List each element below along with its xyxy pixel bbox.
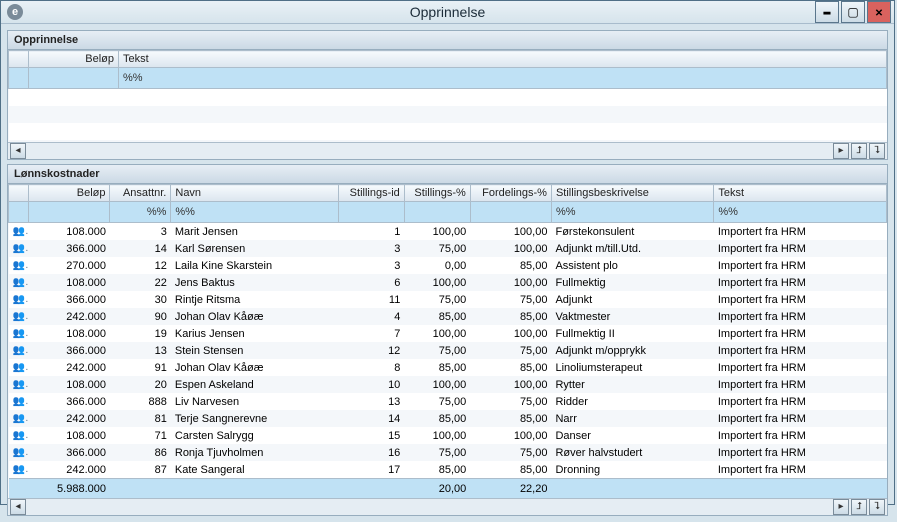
table-row[interactable]: 👥366.00013Stein Stensen1275,0075,00Adjun… [9,342,887,359]
col-header-tekst[interactable]: Tekst [714,185,887,202]
collapse-up-icon[interactable]: ⮥ [851,143,867,159]
table-row[interactable]: 👥366.00086Ronja Tjuvholmen1675,0075,00Rø… [9,444,887,461]
table-row[interactable]: 👥108.0003Marit Jensen1100,00100,00Første… [9,223,887,241]
table-row[interactable]: 👥242.00090Johan Olav Kåøæ485,0085,00Vakt… [9,308,887,325]
persons-icon: 👥 [9,393,29,410]
app-window: e Opprinnelse ▬ ▢ ✕ Opprinnelse Beløp [0,0,895,505]
table-row[interactable]: 👥242.00087Kate Sangeral1785,0085,00Dronn… [9,461,887,479]
minimize-button[interactable]: ▬ [815,1,839,23]
col-header-stillingspct[interactable]: Stillings-% [404,185,470,202]
col-header-icon[interactable] [9,185,29,202]
expand-down-icon[interactable]: ⮧ [869,499,885,515]
table-row[interactable]: 👥108.00022Jens Baktus6100,00100,00Fullme… [9,274,887,291]
panel-lonnskostnader-title: Lønnskostnader [8,165,887,184]
persons-icon: 👥 [9,274,29,291]
col-header-icon[interactable] [9,51,29,68]
persons-icon: 👥 [9,291,29,308]
persons-icon: 👥 [9,308,29,325]
col-header-navn[interactable]: Navn [171,185,338,202]
table-row [9,106,887,123]
col-header-fordelingspct[interactable]: Fordelings-% [470,185,551,202]
grid-lonnskostnader-filter-row[interactable]: %%%%%%%% [9,202,887,223]
table-row[interactable]: 👥108.00071Carsten Salrygg15100,00100,00D… [9,427,887,444]
col-header-tekst[interactable]: Tekst [119,51,887,68]
table-row[interactable]: 👥270.00012Laila Kine Skarstein30,0085,00… [9,257,887,274]
col-header-belop[interactable]: Beløp [29,185,110,202]
filter-tekst[interactable]: %% [119,68,887,89]
table-row[interactable]: 👥366.00014Karl Sørensen375,00100,00Adjun… [9,240,887,257]
expand-down-icon[interactable]: ⮧ [869,143,885,159]
persons-icon: 👥 [9,342,29,359]
persons-icon: 👥 [9,376,29,393]
grid-opprinnelse[interactable]: Beløp Tekst %% [8,50,887,142]
persons-icon: 👥 [9,325,29,342]
col-header-stillingsbeskrivelse[interactable]: Stillingsbeskrivelse [551,185,713,202]
app-icon: e [7,4,23,20]
persons-icon: 👥 [9,257,29,274]
table-row[interactable]: 👥366.00030Rintje Ritsma1175,0075,00Adjun… [9,291,887,308]
grid-lonnskostnader-header-row[interactable]: Beløp Ansattnr. Navn Stillings-id Stilli… [9,185,887,202]
content-wrap: Opprinnelse Beløp Tekst [1,24,894,522]
maximize-button[interactable]: ▢ [841,1,865,23]
table-row [9,89,887,107]
grid-opprinnelse-header-row[interactable]: Beløp Tekst [9,51,887,68]
grid-opprinnelse-filter-row[interactable]: %% [9,68,887,89]
window-title: Opprinnelse [1,4,894,20]
table-row[interactable]: 👥108.00020Espen Askeland10100,00100,00Ry… [9,376,887,393]
filter-belop[interactable] [29,68,119,89]
persons-icon: 👥 [9,359,29,376]
persons-icon: 👥 [9,444,29,461]
grid-lonnskostnader[interactable]: Beløp Ansattnr. Navn Stillings-id Stilli… [8,184,887,498]
window-controls: ▬ ▢ ✕ [815,1,894,23]
col-header-belop[interactable]: Beløp [29,51,119,68]
table-row[interactable]: 👥366.000888Liv Narvesen1375,0075,00Ridde… [9,393,887,410]
scroll-left-icon[interactable]: ◂ [10,143,26,159]
persons-icon: 👥 [9,223,29,241]
titlebar[interactable]: e Opprinnelse ▬ ▢ ✕ [1,1,894,24]
persons-icon: 👥 [9,461,29,479]
persons-icon: 👥 [9,427,29,444]
close-button[interactable]: ✕ [867,1,891,23]
table-row[interactable]: 👥242.00081Terje Sangnerevne1485,0085,00N… [9,410,887,427]
table-row [9,123,887,140]
persons-icon: 👥 [9,410,29,427]
scroll-left-icon[interactable]: ◂ [10,499,26,515]
panel-lonnskostnader: Lønnskostnader [7,164,888,516]
persons-icon: 👥 [9,240,29,257]
panel-opprinnelse-title: Opprinnelse [8,31,887,50]
panel-opprinnelse: Opprinnelse Beløp Tekst [7,30,888,160]
table-row[interactable]: 👥242.00091Johan Olav Kåøæ885,0085,00Lino… [9,359,887,376]
col-header-ansattnr[interactable]: Ansattnr. [110,185,171,202]
scroll-right-icon[interactable]: ▸ [833,499,849,515]
collapse-up-icon[interactable]: ⮥ [851,499,867,515]
sum-row: 5.988.00020,0022,20 [9,479,887,499]
scroll-right-icon[interactable]: ▸ [833,143,849,159]
col-header-stillingsid[interactable]: Stillings-id [338,185,404,202]
hscrollbar-top[interactable]: ◂ ▸ ⮥ ⮧ [8,142,887,159]
table-row[interactable]: 👥108.00019Karius Jensen7100,00100,00Full… [9,325,887,342]
